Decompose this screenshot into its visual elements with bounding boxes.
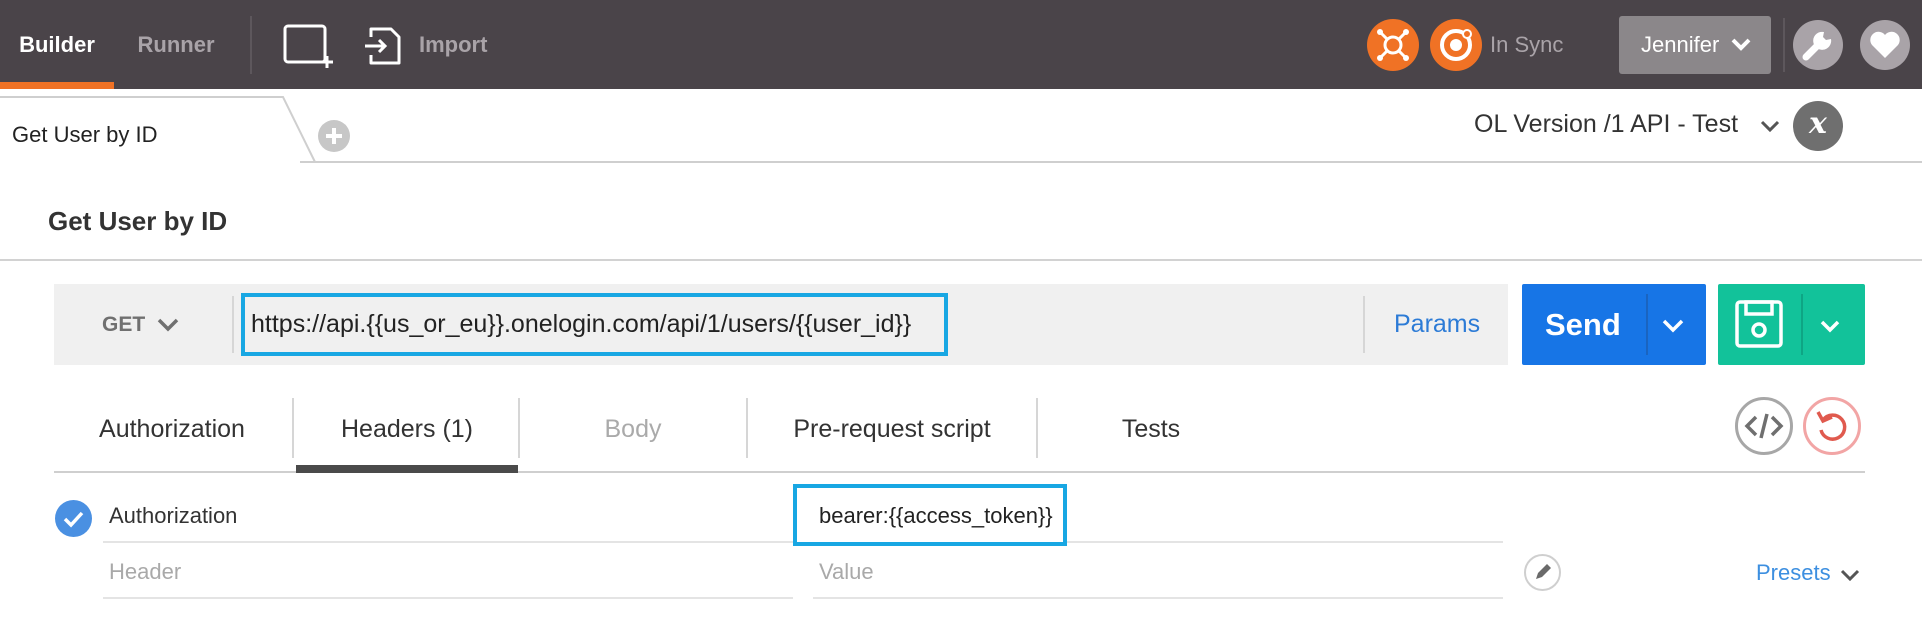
tab-authorization[interactable]: Authorization (54, 394, 290, 464)
request-tab-label[interactable]: Get User by ID (12, 122, 157, 148)
tab-headers[interactable]: Headers (1) (296, 394, 518, 464)
save-divider (1801, 294, 1803, 355)
row-divider (813, 597, 1503, 599)
builder-tab[interactable]: Builder (0, 0, 114, 89)
reset-icon[interactable] (1803, 397, 1861, 455)
interceptor-icon[interactable] (1367, 19, 1419, 71)
chevron-down-icon[interactable] (1819, 320, 1841, 334)
chevron-down-icon[interactable] (157, 318, 179, 332)
header-enabled-checkbox[interactable] (55, 500, 92, 537)
user-menu-button[interactable]: Jennifer (1619, 16, 1771, 74)
environment-selector[interactable]: OL Version /1 API - Test (1474, 110, 1738, 139)
active-tab-indicator (296, 465, 518, 473)
request-name: Get User by ID (48, 206, 228, 236)
new-window-icon[interactable] (283, 24, 337, 68)
url-divider (232, 296, 234, 353)
row-divider (103, 541, 793, 543)
chevron-down-icon[interactable] (1840, 569, 1860, 583)
row-divider (1067, 541, 1503, 543)
builder-tab-indicator (0, 82, 114, 89)
toolbar-divider (250, 16, 252, 74)
value-highlight-box (793, 484, 1067, 546)
params-button[interactable]: Params (1394, 284, 1480, 365)
header-key[interactable]: Authorization (109, 503, 237, 529)
header-value-input[interactable]: Value (819, 559, 874, 585)
section-divider (0, 259, 1922, 261)
add-tab-icon[interactable] (318, 120, 350, 152)
chevron-down-icon[interactable] (1760, 120, 1780, 134)
user-name: Jennifer (1641, 32, 1720, 57)
runner-tab[interactable]: Runner (114, 0, 238, 89)
send-divider (1646, 294, 1648, 355)
code-icon[interactable] (1735, 397, 1793, 455)
wrench-icon[interactable] (1793, 20, 1843, 70)
chevron-down-icon[interactable] (1661, 318, 1685, 334)
tab-pre-request-script[interactable]: Pre-request script (748, 394, 1036, 464)
tab-body[interactable]: Body (520, 394, 746, 464)
save-icon[interactable] (1733, 298, 1785, 350)
presets-menu[interactable]: Presets (1756, 560, 1831, 586)
subtab-divider (292, 398, 294, 458)
tab-strip-border (300, 161, 1922, 163)
header-key-input[interactable]: Header (109, 559, 181, 585)
import-button[interactable]: Import (419, 0, 487, 89)
sync-icon[interactable] (1430, 19, 1482, 71)
heart-icon[interactable] (1860, 20, 1910, 70)
tab-tests[interactable]: Tests (1038, 394, 1264, 464)
url-highlight-box (241, 293, 948, 356)
send-button-label[interactable]: Send (1545, 284, 1621, 365)
environment-quick-look-icon[interactable]: x (1793, 101, 1843, 151)
import-icon[interactable] (363, 25, 403, 67)
row-divider (103, 597, 793, 599)
sync-status: In Sync (1490, 32, 1564, 57)
method-selector[interactable]: GET (102, 284, 145, 365)
toolbar-divider (1783, 18, 1785, 72)
chevron-down-icon (1731, 38, 1751, 51)
params-divider (1363, 296, 1365, 353)
bulk-edit-icon[interactable] (1524, 554, 1561, 591)
